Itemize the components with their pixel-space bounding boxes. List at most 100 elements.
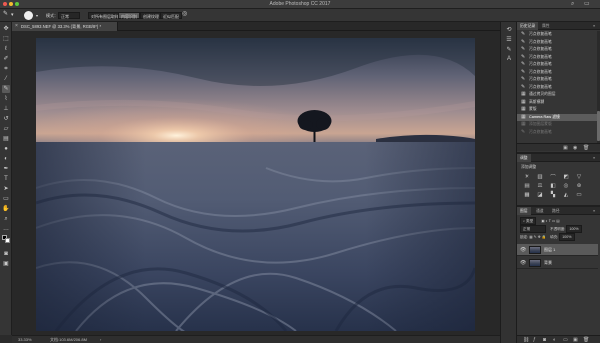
layer-row-layer-1[interactable]: 👁 图层 1: [517, 244, 598, 256]
screen-mode-icon[interactable]: ▣: [2, 260, 10, 268]
photofilter-icon[interactable]: ◎: [562, 182, 570, 189]
history-item[interactable]: ▦ 添加图层蒙版: [517, 121, 597, 129]
history-item[interactable]: ✎ 污点修复画笔: [517, 76, 597, 84]
more-tools-icon[interactable]: …: [2, 225, 10, 233]
exposure-icon[interactable]: ◩: [562, 173, 570, 180]
content-aware-button[interactable]: 内容识别: [118, 12, 140, 19]
history-item[interactable]: ▦ 通过拷贝的图层: [517, 91, 597, 99]
history-item[interactable]: ▦ 蒙版: [517, 106, 597, 114]
canvas-workspace[interactable]: [12, 31, 500, 335]
history-item[interactable]: ▦ 高斯模糊: [517, 99, 597, 107]
history-item[interactable]: ✎ 污点修复画笔: [517, 31, 597, 39]
history-item[interactable]: ✎ 污点修复画笔: [517, 129, 597, 137]
hand-tool-icon[interactable]: ✋: [2, 205, 10, 213]
character-panel-icon[interactable]: A: [505, 55, 513, 63]
visibility-eye-icon[interactable]: 👁: [520, 260, 526, 266]
filter-smart-icon[interactable]: ▤: [556, 219, 559, 223]
type-tool-icon[interactable]: T: [2, 175, 10, 183]
path-select-tool-icon[interactable]: ➤: [2, 185, 10, 193]
bw-icon[interactable]: ◧: [549, 182, 557, 189]
mode-select[interactable]: 正常: [58, 12, 80, 19]
pen-tool-icon[interactable]: ✒: [2, 165, 10, 173]
workspace-icon[interactable]: ▭: [584, 1, 590, 7]
shape-tool-icon[interactable]: ▭: [2, 195, 10, 203]
curves-icon[interactable]: ⌒: [549, 173, 557, 181]
tab-paths[interactable]: 路径: [549, 207, 563, 215]
history-item[interactable]: ✎ 污点修复画笔: [517, 46, 597, 54]
brightness-icon[interactable]: ☀: [523, 173, 531, 180]
history-item[interactable]: ✎ 污点修复画笔: [517, 69, 597, 77]
lookup-icon[interactable]: ▦: [523, 191, 531, 198]
filter-type-icon[interactable]: T: [549, 219, 551, 223]
adjustment-layer-icon[interactable]: ◐: [553, 337, 556, 343]
channelmixer-icon[interactable]: ⊛: [575, 182, 583, 189]
tab-layers[interactable]: 图层: [517, 207, 531, 215]
history-panel-icon[interactable]: ⟲: [505, 25, 513, 33]
fx-icon[interactable]: ƒ: [533, 337, 536, 343]
posterize-icon[interactable]: ▚: [549, 191, 557, 198]
layer-kind-select[interactable]: ⌕ 类型: [520, 217, 537, 225]
close-tab-icon[interactable]: ×: [15, 22, 18, 31]
quick-select-tool-icon[interactable]: ✐: [2, 55, 10, 63]
eraser-tool-icon[interactable]: ▱: [2, 125, 10, 133]
eyedropper-tool-icon[interactable]: ⁄: [2, 75, 10, 83]
filter-adjust-icon[interactable]: ◐: [546, 219, 548, 223]
pressure-icon[interactable]: ◎: [182, 11, 187, 18]
new-layer-icon[interactable]: ▣: [573, 337, 578, 343]
sample-all-layers-button[interactable]: 对所有图层取样: [88, 12, 122, 19]
clone-stamp-tool-icon[interactable]: ⊥: [2, 105, 10, 113]
lock-brush-icon[interactable]: ✎: [534, 235, 537, 239]
document-info[interactable]: 文档:103.6M/206.8M: [50, 337, 87, 343]
new-document-icon[interactable]: ▣: [563, 145, 568, 151]
spot-healing-brush-tool-icon[interactable]: ✎: [2, 85, 10, 93]
history-brush-tool-icon[interactable]: ↺: [2, 115, 10, 123]
history-item[interactable]: ✎ 污点修复画笔: [517, 61, 597, 69]
panel-menu-icon[interactable]: ≡: [593, 154, 595, 162]
visibility-eye-icon[interactable]: 👁: [520, 247, 526, 253]
add-mask-icon[interactable]: ◙: [543, 337, 546, 343]
blend-mode-select[interactable]: 正常: [520, 225, 546, 233]
snapshot-camera-icon[interactable]: ◉: [573, 145, 577, 151]
new-group-icon[interactable]: ▭: [563, 337, 568, 343]
levels-icon[interactable]: ▥: [536, 173, 544, 180]
proximity-match-button[interactable]: 近似匹配: [160, 12, 182, 19]
lock-pixels-icon[interactable]: ▦: [529, 235, 532, 239]
properties-panel-icon[interactable]: ☰: [505, 35, 513, 43]
quick-mask-icon[interactable]: ◙: [2, 250, 10, 258]
fill-input[interactable]: 100%: [559, 233, 575, 241]
trash-icon[interactable]: 🗑: [583, 145, 589, 151]
link-layers-icon[interactable]: ⛓: [523, 337, 529, 343]
create-texture-button[interactable]: 创建纹理: [140, 12, 162, 19]
lasso-tool-icon[interactable]: ℓ: [2, 45, 10, 53]
move-tool-icon[interactable]: ✥: [2, 25, 10, 33]
brush-preset-picker[interactable]: [24, 11, 33, 20]
tool-preset-chevron-down-icon[interactable]: ▾: [11, 12, 14, 19]
panel-menu-icon[interactable]: ≡: [593, 22, 595, 30]
lock-all-icon[interactable]: 🔒: [542, 235, 546, 239]
zoom-level[interactable]: 33.33%: [18, 337, 32, 343]
marquee-tool-icon[interactable]: ⬚: [2, 35, 10, 43]
gradient-tool-icon[interactable]: ▤: [2, 135, 10, 143]
dodge-tool-icon[interactable]: ◐: [2, 155, 10, 163]
vibrance-icon[interactable]: ▽: [575, 173, 583, 180]
spot-healing-tool-icon[interactable]: ✎: [3, 11, 8, 18]
trash-icon[interactable]: 🗑: [583, 337, 589, 343]
hue-icon[interactable]: ▤: [523, 182, 531, 189]
brush-picker-chevron-down-icon[interactable]: ▾: [36, 12, 38, 19]
zoom-tool-icon[interactable]: ⌕: [2, 215, 10, 223]
layer-row-background[interactable]: 👁 背景: [517, 257, 598, 269]
filter-pixel-icon[interactable]: ▣: [541, 219, 544, 223]
history-item[interactable]: ✎ 污点修复画笔: [517, 54, 597, 62]
panel-menu-icon[interactable]: ≡: [593, 207, 595, 215]
document-canvas[interactable]: [36, 38, 475, 331]
tab-adjustments[interactable]: 调整: [517, 154, 531, 162]
status-menu-chevron-right-icon[interactable]: ›: [100, 337, 101, 343]
history-item-selected[interactable]: ▦ Camera Raw 滤镜: [517, 113, 597, 121]
crop-tool-icon[interactable]: ⌗: [2, 65, 10, 73]
brush-tool-icon[interactable]: ⌇: [2, 95, 10, 103]
background-color-swatch[interactable]: [5, 238, 10, 243]
colorbalance-icon[interactable]: ⚖: [536, 182, 544, 189]
document-tab[interactable]: × DSC_5893.NEF @ 33.3% (背景, RGB/8*) *: [12, 22, 118, 31]
filter-shape-icon[interactable]: ▭: [552, 219, 555, 223]
history-item[interactable]: ✎ 污点修复画笔: [517, 84, 597, 92]
